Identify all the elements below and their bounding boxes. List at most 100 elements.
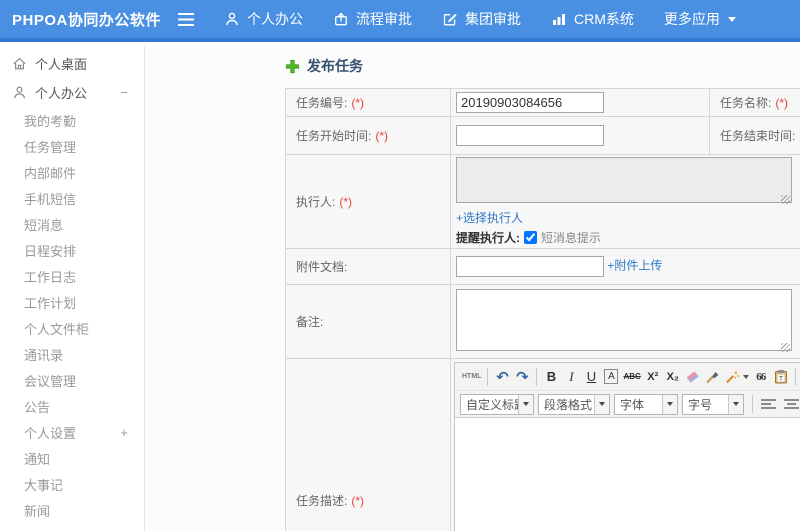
sidebar-item-label: 任务管理 xyxy=(24,139,77,155)
superscript-button[interactable]: X² xyxy=(643,366,663,387)
toolbar-separator xyxy=(536,367,538,386)
format-painter-button[interactable] xyxy=(703,366,723,387)
editor-toolbar-row1: HTML ↶ ↷ B I U A ABC X² X₂ 66 T xyxy=(455,363,800,390)
expand-icon[interactable]: + xyxy=(120,425,128,440)
nav-label: 流程审批 xyxy=(356,11,412,27)
sidebar-item-contacts[interactable]: 通讯录 xyxy=(0,341,144,367)
edit-square-icon xyxy=(443,13,457,26)
remark-textarea[interactable] xyxy=(456,289,792,351)
align-center-button[interactable] xyxy=(784,398,799,410)
nav-label: 更多应用 xyxy=(663,11,720,27)
font-size-select[interactable]: 字号 xyxy=(682,393,744,415)
sidebar-item-label: 会议管理 xyxy=(24,373,77,389)
sidebar-item-schedule[interactable]: 日程安排 xyxy=(0,237,144,263)
caret-down-icon xyxy=(742,375,749,382)
subscript-button[interactable]: X₂ xyxy=(663,366,683,387)
sidebar-item-task-management[interactable]: 任务管理 xyxy=(0,133,144,159)
sidebar-item-work-plan[interactable]: 工作计划 xyxy=(0,289,144,315)
app-logo: PHPOA协同办公软件 xyxy=(12,11,161,29)
main-content: 发布任务 任务编号:(*) 任务名称:(*) 任务开始时间:(*) 任务结束时间… xyxy=(146,46,800,531)
attachment-input[interactable] xyxy=(456,256,604,277)
task-number-label: 任务编号: (*) xyxy=(285,88,451,117)
editor-toolbar-row2: 自定义标题 段落格式 字体 字号 xyxy=(455,390,800,417)
nav-process-approval[interactable]: 流程审批 xyxy=(333,9,412,29)
end-time-label: 任务结束时间:(*) xyxy=(709,116,800,155)
start-time-input[interactable] xyxy=(456,125,604,146)
sidebar-item-file-cabinet[interactable]: 个人文件柜 xyxy=(0,315,144,341)
sidebar-item-announcement[interactable]: 公告 xyxy=(0,393,144,419)
redo-button[interactable]: ↷ xyxy=(512,366,532,387)
bold-button[interactable]: B xyxy=(541,366,561,387)
quick-format-button[interactable] xyxy=(723,366,751,387)
task-number-input[interactable] xyxy=(456,92,604,113)
sidebar-item-label: 短消息 xyxy=(24,217,64,233)
nav-personal-office[interactable]: 个人办公 xyxy=(224,9,303,29)
select-executor-link[interactable]: +选择执行人 xyxy=(456,211,523,225)
italic-button[interactable]: I xyxy=(561,366,581,387)
sidebar-item-personal-office[interactable]: 个人办公 − xyxy=(0,78,144,107)
blockquote-button[interactable]: 66 xyxy=(751,366,771,387)
required-mark: (*) xyxy=(351,96,365,110)
custom-title-select[interactable]: 自定义标题 xyxy=(460,393,534,415)
paste-from-word-button[interactable]: T xyxy=(771,366,791,387)
required-mark: (*) xyxy=(339,195,353,209)
bar-chart-icon xyxy=(553,14,565,25)
html-source-button[interactable]: HTML xyxy=(460,366,483,387)
svg-text:T: T xyxy=(779,375,783,382)
attachment-upload-link[interactable]: +附件上传 xyxy=(607,259,662,273)
sidebar-item-work-log[interactable]: 工作日志 xyxy=(0,263,144,289)
sidebar-item-label: 个人文件柜 xyxy=(24,321,90,337)
sidebar-item-my-attendance[interactable]: 我的考勤 xyxy=(0,107,144,133)
add-icon xyxy=(285,59,300,73)
executor-textarea[interactable] xyxy=(456,157,792,203)
caret-down-icon xyxy=(518,394,533,414)
sidebar-item-label: 大事记 xyxy=(24,477,64,493)
process-approval-icon xyxy=(335,12,347,26)
sidebar-item-personal-desktop[interactable]: 个人桌面 xyxy=(0,49,144,78)
font-family-select[interactable]: 字体 xyxy=(614,393,678,415)
sidebar-item-short-message[interactable]: 短消息 xyxy=(0,211,144,237)
rich-text-editor: HTML ↶ ↷ B I U A ABC X² X₂ 66 T 自定义标 段落格… xyxy=(454,362,800,531)
page-title: 发布任务 xyxy=(285,56,363,76)
top-navigation-bar: PHPOA协同办公软件 个人办公 流程审批 集团审批 CRM系统 更多应用 xyxy=(0,0,800,42)
hamburger-icon xyxy=(178,12,194,26)
align-left-button[interactable] xyxy=(761,398,776,410)
menu-toggle-button[interactable] xyxy=(178,11,198,27)
sidebar-item-news[interactable]: 新闻 xyxy=(0,497,144,523)
sidebar-item-meeting-management[interactable]: 会议管理 xyxy=(0,367,144,393)
remove-format-button[interactable] xyxy=(683,366,703,387)
sidebar-item-memorabilia[interactable]: 大事记 xyxy=(0,471,144,497)
collapse-icon[interactable]: − xyxy=(120,85,128,100)
sms-remind-option-label: 短消息提示 xyxy=(541,231,602,245)
resize-grip-icon[interactable] xyxy=(781,343,790,352)
nav-more-apps[interactable]: 更多应用 xyxy=(664,9,736,29)
nav-group-approval[interactable]: 集团审批 xyxy=(442,9,521,29)
sms-remind-checkbox[interactable] xyxy=(524,231,537,244)
resize-grip-icon[interactable] xyxy=(781,195,790,204)
underline-button[interactable]: U xyxy=(581,366,601,387)
sidebar-item-label: 手机短信 xyxy=(24,191,77,207)
nav-crm-system[interactable]: CRM系统 xyxy=(551,9,634,29)
sidebar-item-label: 个人桌面 xyxy=(35,57,88,72)
task-form: 任务编号:(*) 任务名称:(*) 任务开始时间:(*) 任务结束时间:(*) … xyxy=(285,88,800,531)
boxed-a-icon: A xyxy=(604,369,619,384)
sidebar-item-label: 内部邮件 xyxy=(24,165,77,181)
toolbar-separator xyxy=(794,367,796,386)
sidebar-menu: 个人桌面 个人办公 − 我的考勤 任务管理 内部邮件 手机短信 短消息 日程安排… xyxy=(0,46,145,531)
required-mark: (*) xyxy=(351,493,365,508)
executor-label: 执行人: (*) xyxy=(285,154,451,249)
sidebar-item-notice[interactable]: 通知 xyxy=(0,445,144,471)
editor-content[interactable] xyxy=(455,417,800,531)
sidebar-item-personal-settings[interactable]: 个人设置 + xyxy=(0,419,144,445)
char-border-button[interactable]: A xyxy=(601,366,621,387)
strikethrough-button[interactable]: ABC xyxy=(621,366,642,387)
sidebar-item-label: 工作日志 xyxy=(24,269,77,285)
sidebar-item-mobile-sms[interactable]: 手机短信 xyxy=(0,185,144,211)
start-time-label: 任务开始时间: (*) xyxy=(285,116,451,155)
sidebar-item-label: 日程安排 xyxy=(24,243,77,259)
paragraph-format-select[interactable]: 段落格式 xyxy=(538,393,610,415)
sidebar-item-internal-mail[interactable]: 内部邮件 xyxy=(0,159,144,185)
undo-button[interactable]: ↶ xyxy=(492,366,512,387)
nav-label: 个人办公 xyxy=(247,11,303,27)
remind-executor-label: 提醒执行人: xyxy=(456,231,520,245)
